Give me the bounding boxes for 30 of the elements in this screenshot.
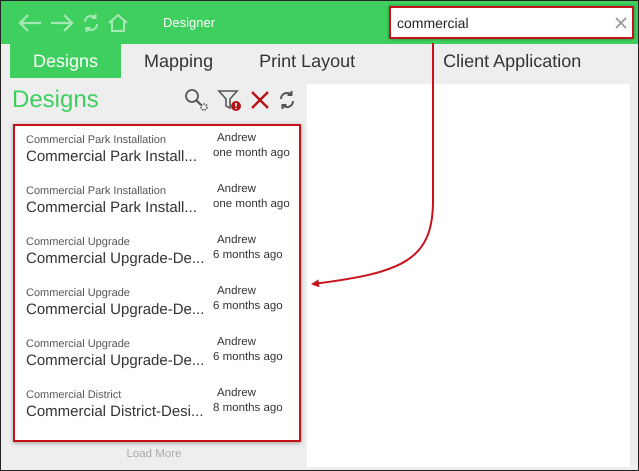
tab[interactable]: Mapping — [121, 44, 236, 78]
design-author: Andrew — [217, 285, 256, 297]
tab[interactable]: Client Application — [423, 44, 604, 78]
design-author: Andrew — [217, 234, 256, 246]
design-author: Andrew — [217, 132, 256, 144]
design-category: Commercial Park Installation — [26, 134, 167, 146]
panel-title: Designs — [12, 86, 99, 114]
design-category: Commercial Upgrade — [26, 338, 131, 350]
design-category: Commercial Upgrade — [26, 287, 131, 299]
search-field[interactable]: commercial — [389, 6, 634, 39]
design-name: Commercial District-Desi... — [26, 403, 205, 420]
tab[interactable]: Print Layout — [236, 44, 378, 78]
design-name: Commercial Upgrade-De... — [26, 250, 206, 267]
modified-time: 6 months ago — [213, 351, 283, 363]
design-author: Andrew — [217, 336, 256, 348]
modified-time: 6 months ago — [213, 300, 283, 312]
design-category: Commercial Park Installation — [26, 185, 167, 197]
modified-time: one month ago — [213, 147, 290, 159]
design-name: Commercial Upgrade-De... — [26, 352, 206, 369]
modified-time: 6 months ago — [213, 249, 283, 261]
design-author: Andrew — [217, 387, 256, 399]
design-name: Commercial Upgrade-De... — [26, 301, 206, 318]
design-category: Commercial Upgrade — [26, 236, 131, 248]
design-name: Commercial Park Install... — [26, 148, 198, 165]
app-title: Designer — [163, 15, 216, 30]
modified-time: 8 months ago — [213, 402, 283, 414]
design-category: Commercial District — [26, 389, 122, 401]
design-name: Commercial Park Install... — [26, 199, 198, 216]
design-author: Andrew — [217, 183, 256, 195]
modified-time: one month ago — [213, 198, 290, 210]
